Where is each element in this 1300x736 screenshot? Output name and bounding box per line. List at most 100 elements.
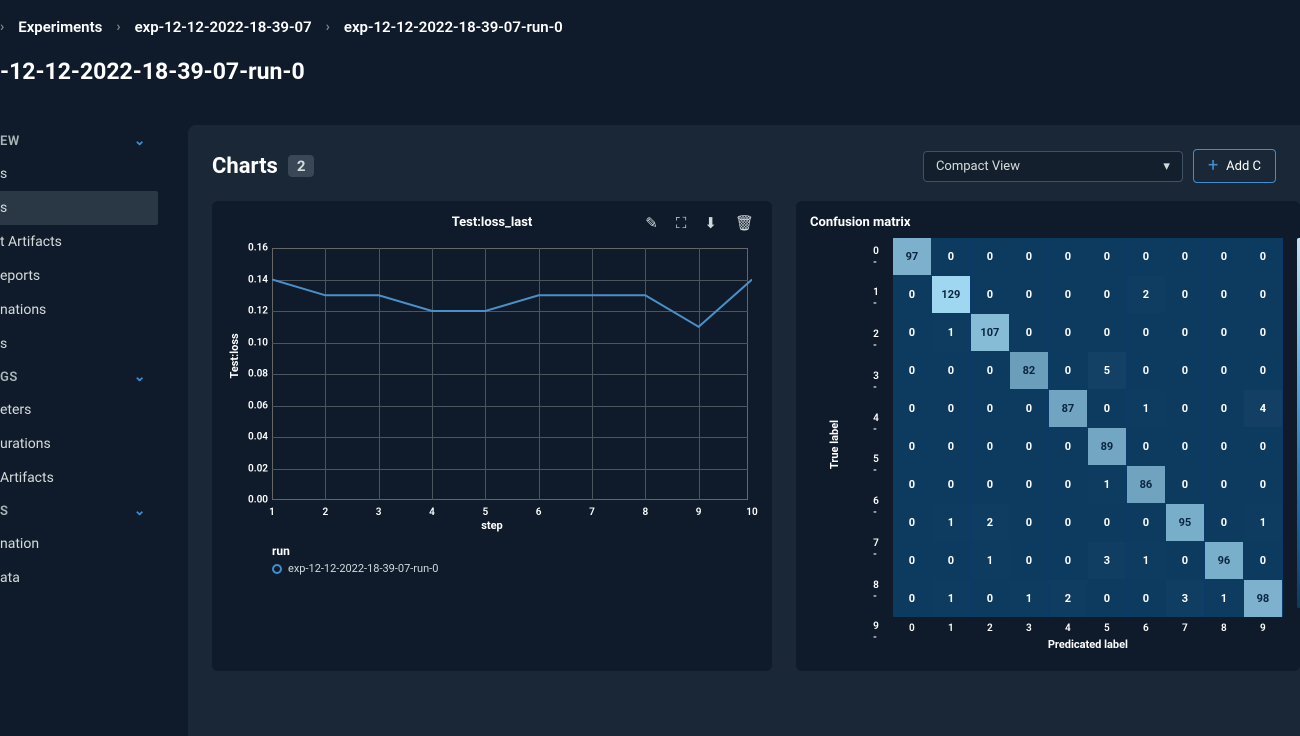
heatmap-ytick: 4 - [873, 405, 879, 442]
heatmap-cell: 1 [1088, 466, 1126, 503]
sidebar-item[interactable]: s [0, 157, 158, 191]
heatmap-cell: 0 [1127, 238, 1165, 275]
chart-title: Confusion matrix [810, 215, 1286, 230]
heatmap-cell: 0 [1049, 314, 1087, 351]
heatmap-cell: 0 [1244, 542, 1282, 579]
caret-down-icon: ▾ [1163, 159, 1170, 174]
heatmap-cell: 0 [932, 352, 970, 389]
chart-title: Test:loss_last [452, 215, 533, 230]
heatmap-xtick: 0 [893, 623, 931, 634]
heatmap-cell: 1 [1244, 504, 1282, 541]
sidebar-item[interactable]: s [0, 327, 158, 361]
sidebar-item[interactable]: eters [0, 393, 158, 427]
chart-ytick: 0.14 [230, 274, 268, 285]
heatmap-ytick: 3 - [873, 363, 879, 400]
heatmap-cell: 0 [971, 428, 1009, 465]
chart-ytick: 0.08 [230, 369, 268, 380]
heatmap-cell: 0 [1205, 352, 1243, 389]
chart-xtick: 8 [642, 507, 648, 518]
heatmap-xtick: 9 [1244, 623, 1282, 634]
heatmap-cell: 0 [932, 542, 970, 579]
sidebar-section-head[interactable]: GS⌄ [0, 361, 158, 393]
sidebar-item[interactable]: Artifacts [0, 461, 158, 495]
heatmap-cell: 0 [893, 352, 931, 389]
sidebar-item[interactable]: eports [0, 259, 158, 293]
legend-swatch [272, 564, 282, 574]
chart-xtick: 10 [746, 507, 757, 518]
heatmap-cell: 0 [1166, 390, 1204, 427]
sidebar-nav: EW⌄sst ArtifactseportsnationssGS⌄etersur… [0, 125, 158, 736]
heatmap-cell: 0 [1010, 390, 1048, 427]
heatmap-cell: 89 [1088, 428, 1126, 465]
heatmap-cell: 0 [1049, 238, 1087, 275]
chart-panel-loss: Test:loss_last ✎ ⛶ ⬇ 🗑 Test:loss step 0.… [212, 201, 772, 671]
fullscreen-icon[interactable]: ⛶ [676, 214, 687, 232]
heatmap-cell: 0 [1049, 504, 1087, 541]
heatmap-cell: 0 [1127, 580, 1165, 617]
breadcrumb-item[interactable]: exp-12-12-2022-18-39-07-run-0 [344, 18, 563, 36]
heatmap-cell: 1 [1010, 580, 1048, 617]
chevron-right-icon: › [0, 19, 4, 35]
heatmap-cell: 1 [1127, 390, 1165, 427]
heatmap-xtick: 4 [1049, 623, 1087, 634]
heatmap-cell: 2 [971, 504, 1009, 541]
heatmap-cell: 2 [1049, 580, 1087, 617]
heatmap-cell: 3 [1088, 542, 1126, 579]
sidebar-item[interactable]: nation [0, 527, 158, 561]
plus-icon: + [1208, 157, 1218, 175]
chart-ytick: 0.16 [230, 243, 268, 254]
charts-count-badge: 2 [288, 155, 315, 177]
heatmap-cell: 0 [1010, 466, 1048, 503]
heatmap-cell: 1 [932, 314, 970, 351]
heatmap-cell: 0 [1049, 352, 1087, 389]
heatmap-grid: 9700000000001290000200001107000000000082… [893, 238, 1283, 617]
heatmap-cell: 0 [1205, 238, 1243, 275]
heatmap-cell: 0 [1127, 352, 1165, 389]
heatmap-cell: 0 [1088, 504, 1126, 541]
delete-icon[interactable]: 🗑 [735, 214, 754, 232]
sidebar-item[interactable]: urations [0, 427, 158, 461]
view-selector-dropdown[interactable]: Compact View ▾ [923, 151, 1183, 182]
heatmap-cell: 0 [1166, 466, 1204, 503]
heatmap-cell: 95 [1166, 504, 1204, 541]
sidebar-section-head[interactable]: S⌄ [0, 495, 158, 527]
heatmap-cell: 0 [1049, 276, 1087, 313]
chart-xtick: 6 [536, 507, 542, 518]
heatmap-cell: 0 [971, 390, 1009, 427]
heatmap-cell: 0 [1010, 504, 1048, 541]
heatmap-cell: 0 [1127, 428, 1165, 465]
heatmap-cell: 0 [1010, 314, 1048, 351]
sidebar-item[interactable]: ata [0, 561, 158, 595]
heatmap-cell: 0 [1166, 238, 1204, 275]
chart-ylabel: True label [828, 420, 841, 469]
edit-icon[interactable]: ✎ [645, 214, 658, 232]
heatmap-cell: 0 [932, 238, 970, 275]
sidebar-item[interactable]: s [0, 191, 158, 225]
chart-ytick: 0.10 [230, 337, 268, 348]
heatmap-cell: 0 [1166, 542, 1204, 579]
heatmap-cell: 0 [1244, 276, 1282, 313]
heatmap-cell: 0 [893, 428, 931, 465]
chart-xtick: 2 [322, 507, 328, 518]
chevron-down-icon: ⌄ [134, 133, 146, 149]
download-icon[interactable]: ⬇ [704, 214, 717, 232]
heatmap-cell: 0 [971, 466, 1009, 503]
heatmap-cell: 0 [1205, 428, 1243, 465]
heatmap-cell: 0 [893, 504, 931, 541]
breadcrumb-item[interactable]: Experiments [18, 18, 102, 36]
heatmap-cell: 0 [1205, 276, 1243, 313]
chart-xtick: 1 [269, 507, 275, 518]
breadcrumb-item[interactable]: exp-12-12-2022-18-39-07 [135, 18, 312, 36]
heatmap-cell: 0 [1010, 238, 1048, 275]
heatmap-cell: 2 [1127, 276, 1165, 313]
heatmap-cell: 0 [932, 428, 970, 465]
heatmap-ytick: 0 - [873, 238, 879, 275]
sidebar-section-head[interactable]: EW⌄ [0, 125, 158, 157]
sidebar-item[interactable]: nations [0, 293, 158, 327]
add-chart-button[interactable]: + Add C [1193, 149, 1276, 183]
heatmap-ytick: 9 - [873, 614, 879, 651]
sidebar-item[interactable]: t Artifacts [0, 225, 158, 259]
heatmap-cell: 0 [893, 314, 931, 351]
chevron-down-icon: ⌄ [134, 369, 146, 385]
heatmap-cell: 0 [1244, 352, 1282, 389]
